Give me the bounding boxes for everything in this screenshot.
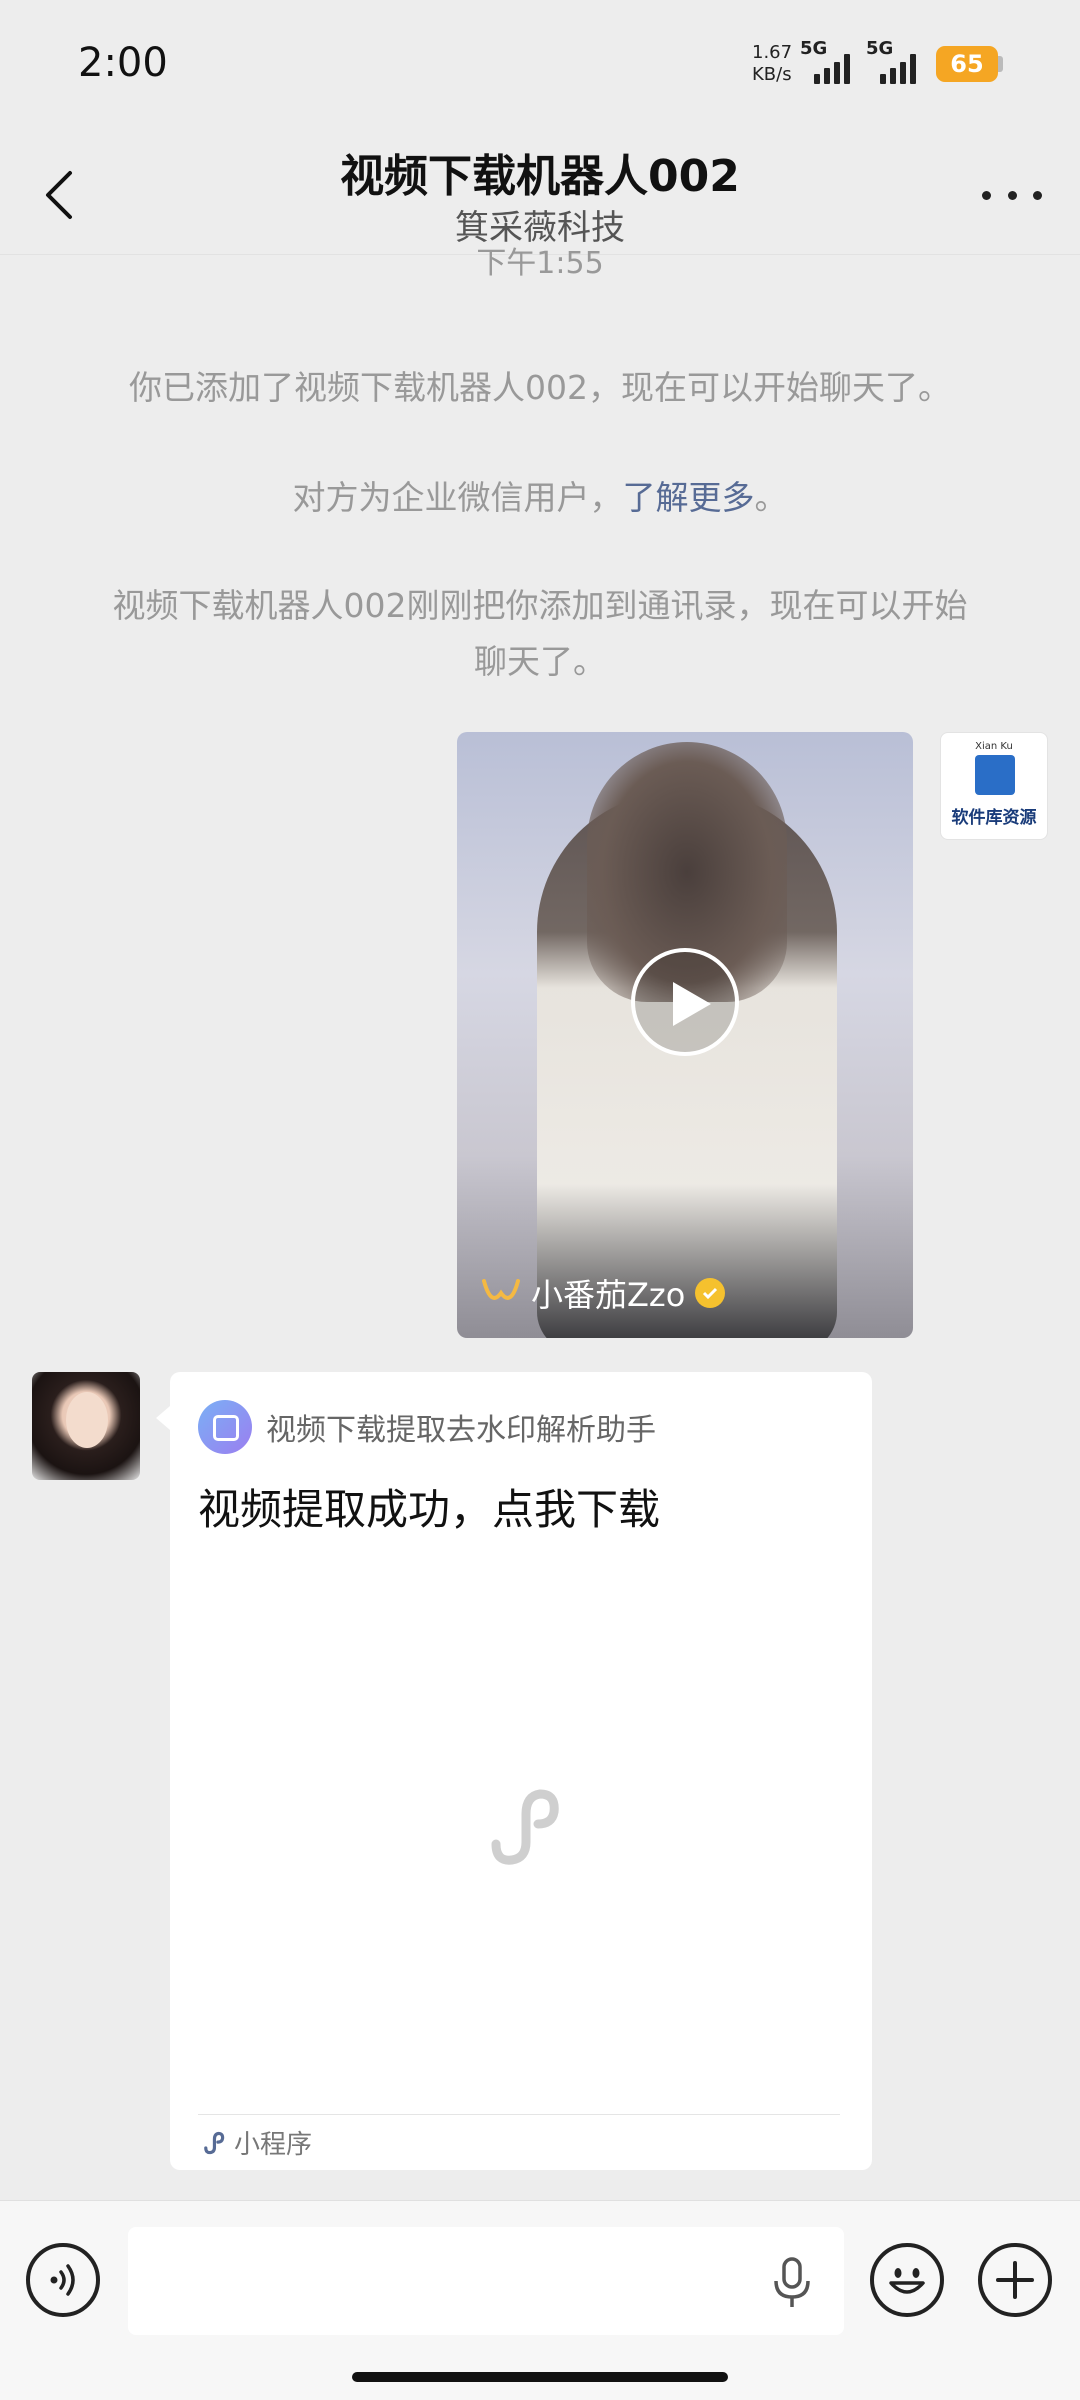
mini-program-footer: 小程序 (200, 2124, 312, 2161)
battery-icon: 65 (936, 46, 998, 82)
microphone-icon[interactable] (770, 2257, 814, 2309)
contact-avatar[interactable] (32, 1372, 140, 1480)
voice-button[interactable] (26, 2243, 100, 2317)
mini-program-name: 视频下载提取去水印解析助手 (266, 1413, 656, 1448)
message-input[interactable] (128, 2227, 844, 2335)
system-message: 对方为企业微信用户，了解更多。 (80, 470, 1000, 526)
chat-title: 视频下载机器人002 (340, 151, 740, 202)
video-message[interactable]: 小番茄Zzo (457, 732, 913, 1338)
play-icon (673, 982, 711, 1026)
mini-program-icon (491, 1789, 559, 1865)
network-speed: 1.67 KB/s (752, 42, 792, 86)
status-bar: 2:00 1.67 KB/s 5G 5G 65 (0, 0, 1080, 130)
network-speed-value: 1.67 (752, 42, 793, 63)
mini-program-title: 视频提取成功，点我下载 (198, 1485, 661, 1534)
system-message-text: 。 (754, 478, 788, 517)
video-author-name: 小番茄Zzo (531, 1276, 686, 1314)
avatar-logo-subtext: Xian Ku (975, 741, 1013, 752)
battery-cap (998, 56, 1003, 72)
mini-program-card[interactable]: 视频下载提取去水印解析助手 视频提取成功，点我下载 小程序 (156, 1372, 872, 2170)
my-avatar[interactable]: Xian Ku 软件库资源 (940, 732, 1048, 840)
network-speed-unit: KB/s (752, 64, 792, 85)
mini-program-label: 小程序 (234, 2130, 313, 2160)
mini-program-small-icon (204, 2131, 225, 2154)
video-author: 小番茄Zzo (481, 1270, 726, 1316)
input-bar (0, 2200, 1080, 2400)
system-message-text: 对方为企业微信用户， (292, 478, 623, 517)
play-button[interactable] (631, 948, 739, 1056)
mini-program-header: 视频下载提取去水印解析助手 (198, 1400, 656, 1454)
verified-badge-icon (695, 1278, 726, 1308)
emoji-button[interactable] (870, 2243, 944, 2317)
battery-level: 65 (950, 50, 984, 78)
card-divider (198, 2114, 840, 2115)
more-button[interactable] (982, 180, 1042, 210)
plus-button[interactable] (978, 2243, 1052, 2317)
plus-icon (996, 2261, 1034, 2299)
avatar-logo-text: 软件库资源 (951, 808, 1037, 828)
home-indicator[interactable] (352, 2372, 728, 2382)
avatar-logo (975, 755, 1015, 795)
status-time: 2:00 (78, 40, 168, 86)
mini-program-app-icon (198, 1400, 252, 1454)
system-message: 视频下载机器人002刚刚把你添加到通讯录，现在可以开始聊天了。 (112, 586, 968, 681)
learn-more-link[interactable]: 了解更多 (623, 478, 755, 517)
channels-icon (482, 1279, 520, 1300)
system-message: 你已添加了视频下载机器人002，现在可以开始聊天了。 (129, 368, 951, 407)
message-timestamp: 下午1:55 (476, 246, 604, 281)
more-dots-icon (982, 190, 991, 200)
emoji-icon (889, 2268, 925, 2294)
voice-icon (50, 2264, 75, 2296)
